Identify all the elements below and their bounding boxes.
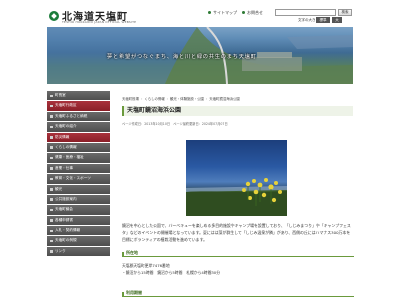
contact-link[interactable]: お問合せ bbox=[242, 10, 263, 16]
sitemap-link-label: サイトマップ bbox=[213, 10, 237, 15]
access-line: ・鏡沼から15時間 鏡沼から5時間 札幌から4時間30分 bbox=[122, 270, 221, 275]
site-header: 北海道天塩町 TESHIO HOKKAIDO JAPAN OFFICIAL WE… bbox=[0, 0, 400, 27]
sidebar-item[interactable]: 町長室 bbox=[47, 91, 110, 102]
breadcrumb-item[interactable]: くらしの情報 bbox=[144, 97, 164, 101]
fontsize-large-button[interactable]: 大 bbox=[332, 17, 342, 23]
breadcrumb-separator: › bbox=[205, 97, 208, 101]
sitemap-link[interactable]: サイトマップ bbox=[208, 10, 237, 16]
sidebar-item[interactable]: 健康・医療・福祉 bbox=[47, 153, 110, 164]
search-input[interactable] bbox=[275, 8, 336, 16]
park-photo bbox=[186, 140, 287, 216]
banner-image: 夢と希望がつなぐまち、海と川と緑の共生のまち天塩町 bbox=[47, 27, 353, 84]
site-subtitle: TESHIO HOKKAIDO JAPAN OFFICIAL WEBSITE bbox=[62, 19, 137, 24]
sidebar-item[interactable]: 教育・文化・スポーツ bbox=[47, 174, 110, 185]
sidebar-item[interactable]: 天塩町ふるさと納税 bbox=[47, 111, 110, 123]
address-line: 天塩郡天塩町更岸7476番地 bbox=[122, 263, 170, 268]
sidebar-item[interactable]: くらしの情報 bbox=[47, 142, 110, 154]
sidebar-item[interactable]: 天塩町の紹介 bbox=[47, 122, 110, 133]
breadcrumb-item[interactable]: 観光・体験施設・公園 bbox=[170, 97, 204, 101]
sidebar-item[interactable]: 観光 bbox=[47, 184, 110, 195]
bullet-icon bbox=[242, 11, 245, 14]
town-emblem-icon[interactable] bbox=[49, 11, 59, 21]
breadcrumb-separator: › bbox=[140, 97, 143, 101]
sidebar-item[interactable]: リンク bbox=[47, 246, 110, 258]
park-photo-image bbox=[186, 178, 287, 216]
sidebar-item[interactable]: 天塩町行政区 bbox=[47, 101, 110, 112]
section-heading-location: 所在地 bbox=[122, 250, 354, 257]
address-block: 天塩郡天塩町更岸7476番地 ・鏡沼から15時間 鏡沼から5時間 札幌から4時間… bbox=[122, 262, 220, 276]
section-heading-usage: 利用期間 bbox=[122, 290, 354, 297]
sidebar-item[interactable]: 産業・仕事 bbox=[47, 163, 110, 175]
contact-link-label: お問合せ bbox=[247, 10, 263, 15]
sidebar-item[interactable]: 各種申請書 bbox=[47, 215, 110, 227]
sidebar-item[interactable]: 天塩町議会 bbox=[47, 205, 110, 216]
breadcrumb-item[interactable]: 天塩町役場 bbox=[122, 97, 139, 101]
fontsize-standard-button[interactable]: 標準 bbox=[316, 17, 330, 23]
breadcrumb: 天塩町役場 › くらしの情報 › 観光・体験施設・公園 › 天塩町鏡沼海浜公園 bbox=[122, 96, 240, 101]
page-body-text: 鏡沼を中心とした公園で、バーベキューを楽しめる多目的施設やキャンプ場を設置してお… bbox=[122, 223, 351, 242]
sidebar-item[interactable]: 天塩町の例規 bbox=[47, 236, 110, 247]
sidebar-item[interactable]: 公共施設案内 bbox=[47, 194, 110, 206]
sidebar-item[interactable]: 防災情報 bbox=[47, 132, 110, 143]
breadcrumb-separator: › bbox=[166, 97, 169, 101]
sidebar-item[interactable]: 入札・契約情報 bbox=[47, 226, 110, 237]
sidebar-nav: 町長室 天塩町行政区 天塩町ふるさと納税 天塩町の紹介 防災情報 くらしの情報 … bbox=[47, 91, 110, 258]
page-dates: ページ作成日：2013年10月10日 ページ最終更新日：2024年07月07日 bbox=[122, 122, 228, 126]
bullet-icon bbox=[208, 11, 211, 14]
banner-caption: 夢と希望がつなぐまち、海と川と緑の共生のまち天塩町 bbox=[107, 54, 257, 60]
page-title: 天塩町鏡沼海浜公園 bbox=[122, 106, 353, 116]
search-button[interactable]: 検索 bbox=[338, 8, 352, 16]
breadcrumb-current: 天塩町鏡沼海浜公園 bbox=[209, 97, 240, 101]
